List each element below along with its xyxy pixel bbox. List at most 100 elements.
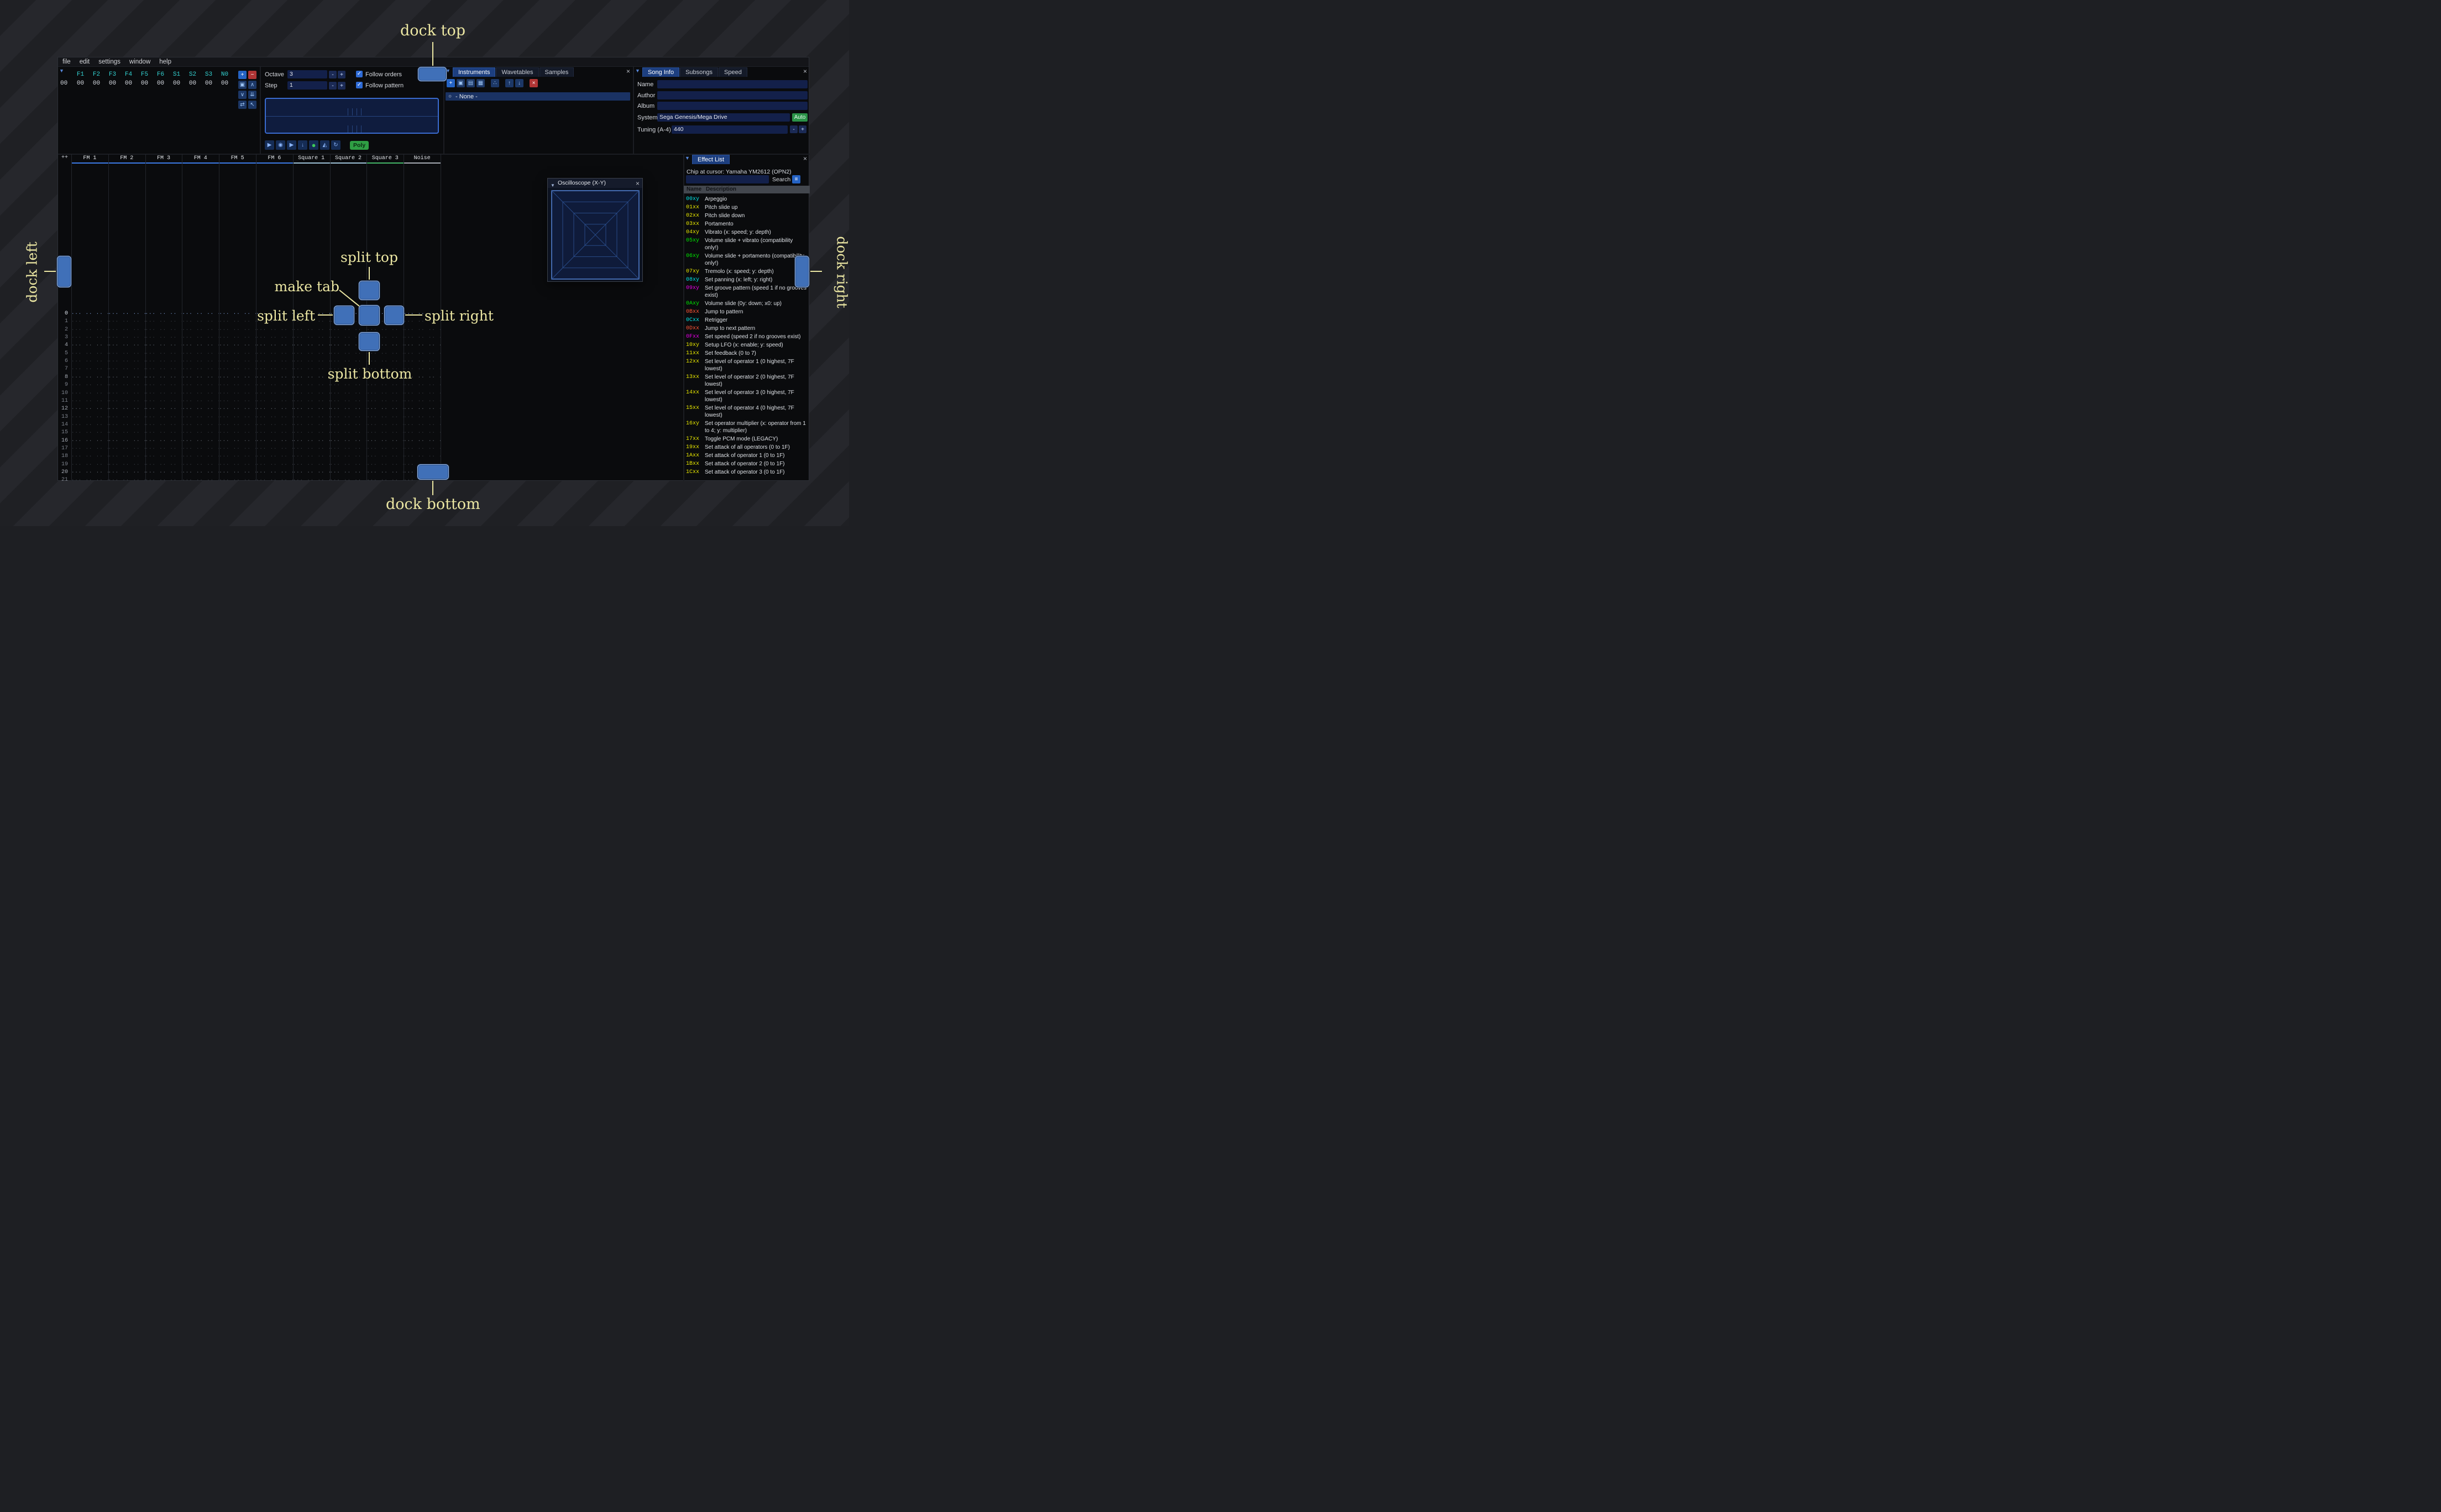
pattern-row[interactable]: 11 ··· ·· ·· ··· ·· · · · ·· ·· ·· ·· · · · · · ·… xyxy=(58,397,441,405)
pattern-row[interactable]: 17 ··· ·· ·· ··· ·· · · · ·· ·· ·· ·· · · · · · ·… xyxy=(58,445,441,453)
instruments-close-icon[interactable]: × xyxy=(626,68,630,75)
split-bottom-target[interactable] xyxy=(359,332,380,351)
oscilloscope-window[interactable]: ▼ Oscilloscope (X-Y) × xyxy=(547,178,643,282)
duplicate-order-to-end-button[interactable]: ⇊ xyxy=(248,91,256,99)
channel-header-fm-6[interactable]: FM 6 xyxy=(255,154,293,164)
menu-item-edit[interactable]: edit xyxy=(75,59,95,65)
oscilloscope-title-bar[interactable]: ▼ Oscilloscope (X-Y) xyxy=(548,179,642,188)
instrument-list-item-none[interactable]: ○ - None - xyxy=(446,92,630,101)
system-field[interactable]: Sega Genesis/Mega Drive xyxy=(657,113,790,122)
order-cell[interactable]: 00 xyxy=(217,80,233,87)
tab-song-info[interactable]: Song Info xyxy=(642,67,680,77)
remove-order-button[interactable]: − xyxy=(248,71,256,79)
octave-decrease-button[interactable]: - xyxy=(329,71,337,78)
pattern-row[interactable]: 12 ··· ·· ·· ··· ·· · · · ·· ·· ·· ·· · · · · · ·… xyxy=(58,405,441,413)
octave-increase-button[interactable]: + xyxy=(338,71,345,78)
order-cell[interactable]: 00 xyxy=(169,80,185,87)
menu-item-help[interactable]: help xyxy=(155,59,176,65)
channel-header-fm-4[interactable]: FM 4 xyxy=(182,154,219,164)
tab-samples[interactable]: Samples xyxy=(539,67,574,77)
tab-subsongs[interactable]: Subsongs xyxy=(680,67,719,77)
order-cell[interactable]: 00 xyxy=(137,80,153,87)
channel-header-square-1[interactable]: Square 1 xyxy=(292,154,330,164)
move-instrument-up-button[interactable]: ↑ xyxy=(505,79,514,87)
repeat-pattern-button[interactable]: ↻ xyxy=(331,140,341,150)
tab-instruments[interactable]: Instruments xyxy=(453,67,496,77)
channel-header-fm-2[interactable]: FM 2 xyxy=(108,154,145,164)
follow-orders-checkbox[interactable]: ✓ xyxy=(356,71,363,77)
pattern-row[interactable]: 6 ··· ·· ·· ··· ·· · · · ·· ·· ·· ·· · · · · · ··… xyxy=(58,358,441,365)
channel-header-square-2[interactable]: Square 2 xyxy=(329,154,367,164)
effect-search-input[interactable] xyxy=(686,175,769,183)
order-cell[interactable]: 00 xyxy=(88,80,104,87)
move-order-down-button[interactable]: ∨ xyxy=(238,91,247,99)
pattern-row[interactable]: 16 ··· ·· ·· ··· ·· · · · ·· ·· ·· ·· · · · · · ·… xyxy=(58,437,441,445)
step-input[interactable]: 1 xyxy=(287,81,327,90)
delete-instrument-button[interactable]: × xyxy=(530,79,538,87)
dock-top-target[interactable] xyxy=(418,67,447,81)
play-pattern-button[interactable]: ◉ xyxy=(276,140,285,150)
tuning-input[interactable]: 440 xyxy=(672,125,788,134)
pattern-row[interactable]: 3 ··· ·· ·· ··· ·· · · · ·· ·· ·· ·· · · · · · ··… xyxy=(58,334,441,342)
duplicate-order-button[interactable]: ▣ xyxy=(238,81,247,89)
pattern-row[interactable]: 18 ··· ·· ·· ··· ·· · · · ·· ·· ·· ·· · · · · · ·… xyxy=(58,453,441,460)
instrument-folders-button[interactable]: ∴ xyxy=(491,79,499,87)
save-instrument-button[interactable]: ▦ xyxy=(476,79,485,87)
dock-right-target[interactable] xyxy=(795,256,809,287)
pattern-row[interactable]: 13 ··· ·· ·· ··· ·· · · · ·· ·· ·· ·· · · · · · ·… xyxy=(58,413,441,421)
split-right-target[interactable] xyxy=(384,306,404,325)
pattern-row[interactable]: 4 ··· ·· ·· ··· ·· · · · ·· ·· ·· ·· · · · · · ··… xyxy=(58,342,441,349)
pattern-row[interactable]: 14 ··· ·· ·· ··· ·· · · · ·· ·· ·· ·· · · · · · ·… xyxy=(58,421,441,429)
pattern-row[interactable]: 20 ··· ·· ·· ··· ·· · · · ·· ·· ·· ·· · · · · · ·… xyxy=(58,469,441,476)
channel-header-fm-5[interactable]: FM 5 xyxy=(219,154,256,164)
menu-item-window[interactable]: window xyxy=(125,59,155,65)
order-edit-mode-button[interactable]: ↖ xyxy=(248,101,256,109)
add-order-button[interactable]: + xyxy=(238,71,247,79)
change-all-orders-button[interactable]: ⇄ xyxy=(238,101,247,109)
effect-list-menu-icon[interactable]: ≡ xyxy=(792,175,800,183)
tab-effect-list[interactable]: Effect List xyxy=(692,155,730,164)
octave-input[interactable]: 3 xyxy=(287,70,327,78)
menu-item-file[interactable]: file xyxy=(58,59,75,65)
album-field[interactable] xyxy=(657,102,808,110)
effect-list-close-icon[interactable]: × xyxy=(803,155,807,162)
pattern-row[interactable]: 19 ··· ·· ·· ··· ·· · · · ·· ·· ·· ·· · · · · · ·… xyxy=(58,461,441,469)
orders-row[interactable]: 00 00 00 00 00 00 00 00 00 00 00 xyxy=(58,80,233,87)
oscilloscope-close-icon[interactable]: × xyxy=(636,180,640,187)
tuning-decrease-button[interactable]: - xyxy=(790,125,798,133)
poly-button[interactable]: Poly xyxy=(350,140,369,150)
order-cell[interactable]: 00 xyxy=(153,80,169,87)
record-button[interactable]: ● xyxy=(309,140,318,150)
name-field[interactable] xyxy=(657,80,808,88)
metronome-button[interactable]: ◭ xyxy=(320,140,329,150)
author-field[interactable] xyxy=(657,91,808,99)
channel-header-fm-1[interactable]: FM 1 xyxy=(71,154,108,164)
dock-bottom-target[interactable] xyxy=(417,464,449,480)
make-tab-target[interactable] xyxy=(359,305,380,326)
tuning-increase-button[interactable]: + xyxy=(799,125,806,133)
order-cell[interactable]: 00 xyxy=(185,80,201,87)
follow-pattern-checkbox[interactable]: ✓ xyxy=(356,82,363,88)
pattern-row[interactable]: 2 ··· ·· ·· ··· ·· · · · ·· ·· ·· ·· · · · · · ··… xyxy=(58,326,441,334)
open-instrument-button[interactable]: ▤ xyxy=(467,79,475,87)
move-order-up-button[interactable]: ∧ xyxy=(248,81,256,89)
pattern-expand-button[interactable]: ++ xyxy=(58,155,71,161)
tab-wavetables[interactable]: Wavetables xyxy=(496,67,539,77)
clone-instrument-button[interactable]: ▣ xyxy=(457,79,465,87)
add-instrument-button[interactable]: + xyxy=(447,79,455,87)
split-left-target[interactable] xyxy=(334,306,354,325)
pattern-row[interactable]: 9 ··· ·· ·· ··· ·· · · · ·· ·· ·· ·· · · · · · ··… xyxy=(58,381,441,389)
menu-item-settings[interactable]: settings xyxy=(94,59,125,65)
channel-header-noise[interactable]: Noise xyxy=(404,154,441,164)
pattern-row[interactable]: 15 ··· ·· ·· ··· ·· · · · ·· ·· ·· ·· · · · · · ·… xyxy=(58,429,441,437)
tab-speed[interactable]: Speed xyxy=(719,67,747,77)
pattern-row[interactable]: 10 ··· ·· ·· ··· ·· · · · ·· ·· ·· ·· · · · · · ·… xyxy=(58,390,441,397)
pattern-row[interactable]: 21 ··· ·· ·· ··· ·· · · · ·· ·· ·· ·· · · · · · ·… xyxy=(58,476,441,481)
step-increase-button[interactable]: + xyxy=(338,82,345,90)
song-info-close-icon[interactable]: × xyxy=(803,68,807,75)
channel-header-fm-3[interactable]: FM 3 xyxy=(145,154,182,164)
order-cell[interactable]: 00 xyxy=(121,80,137,87)
order-cell[interactable]: 00 xyxy=(72,80,88,87)
order-cell[interactable]: 00 xyxy=(104,80,121,87)
play-from-cursor-button[interactable]: ↓ xyxy=(298,140,307,150)
